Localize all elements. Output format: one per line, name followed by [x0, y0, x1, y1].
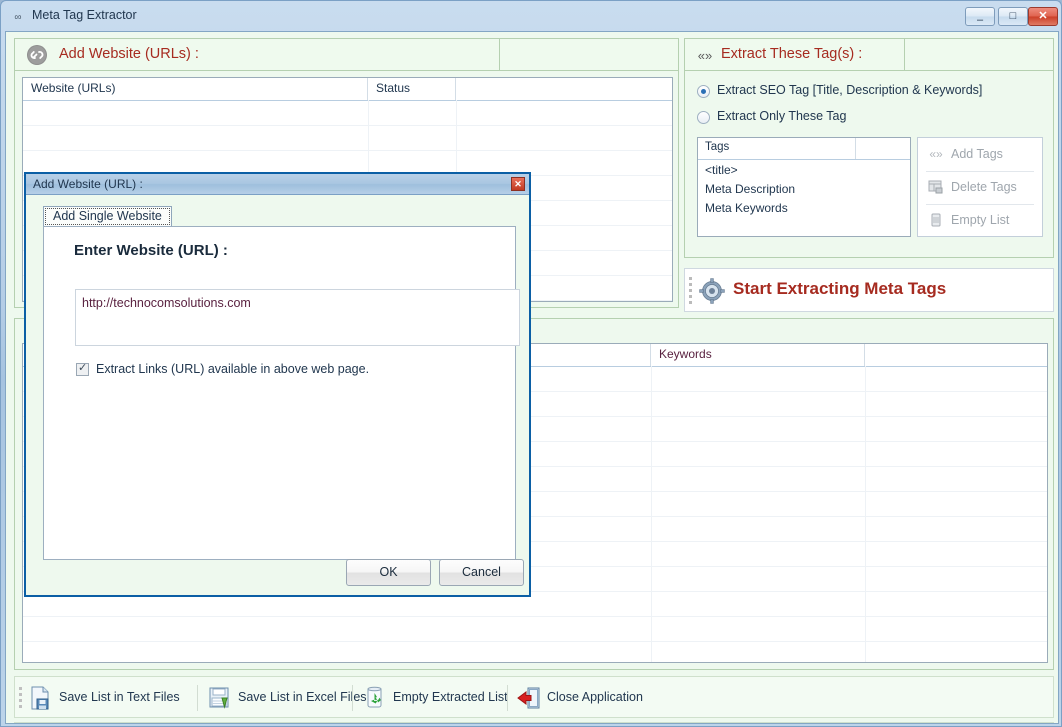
add-website-panel-title: Add Website (URLs) : — [59, 46, 199, 62]
table-row[interactable] — [23, 616, 1047, 642]
column-header-tags-blank[interactable] — [856, 138, 910, 159]
close-icon: ✕ — [514, 179, 522, 189]
trash-icon-svg — [931, 213, 941, 227]
column-header-status[interactable]: Status — [368, 78, 456, 100]
empty-extracted-list-button[interactable]: Empty Extracted List — [363, 677, 513, 719]
tag-action-buttons: «» Add Tags Delete Tags Empty List — [917, 137, 1043, 237]
client-area: Add Website (URLs) : Website (URLs) Stat… — [5, 31, 1059, 724]
maximize-icon: □ — [1009, 10, 1017, 22]
tab-add-single-website[interactable]: Add Single Website — [43, 206, 172, 227]
delete-tags-label: Delete Tags — [951, 180, 1017, 194]
application-window: ∞ Meta Tag Extractor – □ ✕ Add Website (… — [0, 0, 1062, 727]
delete-tags-button[interactable]: Delete Tags — [918, 171, 1042, 204]
delete-grid-icon — [928, 179, 944, 195]
add-tags-label: Add Tags — [951, 147, 1003, 161]
radio-unselected-icon — [697, 111, 710, 124]
grid-header-row: Website (URLs) Status — [23, 78, 672, 101]
panel-header-divider — [904, 39, 905, 70]
window-title: Meta Tag Extractor — [32, 8, 137, 22]
dialog-titlebar[interactable]: Add Website (URL) : ✕ — [26, 174, 529, 195]
document-save-icon-svg — [31, 686, 49, 710]
delete-grid-icon-svg — [928, 180, 943, 194]
app-icon: ∞ — [14, 12, 22, 23]
cancel-button[interactable]: Cancel — [439, 559, 524, 586]
radio-extract-only-these-tag-label: Extract Only These Tag — [717, 109, 847, 123]
radio-selected-icon — [697, 85, 710, 98]
column-header-website-urls[interactable]: Website (URLs) — [23, 78, 368, 100]
list-item[interactable]: Meta Keywords — [705, 201, 788, 215]
column-header-blank[interactable] — [865, 344, 1047, 366]
excel-save-icon — [208, 686, 232, 710]
add-website-panel-header: Add Website (URLs) : — [15, 39, 678, 71]
bottom-toolbar: Save List in Text Files Save List in Exc… — [14, 676, 1054, 718]
column-header-tags[interactable]: Tags — [698, 138, 856, 159]
start-extracting-label: Start Extracting Meta Tags — [733, 279, 947, 298]
website-url-value: http://technocomsolutions.com — [82, 296, 251, 310]
trash-icon — [928, 212, 944, 228]
start-extracting-bar[interactable]: Start Extracting Meta Tags — [684, 268, 1054, 312]
extract-tags-panel-header: «» Extract These Tag(s) : — [685, 39, 1053, 71]
toolbar-divider — [352, 685, 353, 711]
minimize-button[interactable]: – — [965, 7, 995, 26]
column-header-blank[interactable] — [456, 78, 672, 100]
extract-links-checkbox-label: Extract Links (URL) available in above w… — [96, 362, 370, 376]
save-list-excel-button[interactable]: Save List in Excel Files — [208, 677, 376, 719]
recycle-bin-icon — [363, 686, 387, 710]
list-item[interactable]: Meta Description — [705, 182, 795, 196]
add-tags-button[interactable]: «» Add Tags — [918, 138, 1042, 171]
empty-list-button[interactable]: Empty List — [918, 204, 1042, 237]
window-titlebar[interactable]: ∞ Meta Tag Extractor – □ ✕ — [1, 1, 1061, 31]
dialog-tabstrip: Add Single Website — [43, 206, 516, 227]
dialog-title: Add Website (URL) : — [33, 177, 143, 191]
empty-extracted-list-label: Empty Extracted List — [393, 690, 508, 704]
gear-icon-svg — [699, 278, 725, 304]
toolbar-divider — [197, 685, 198, 711]
toolbar-grip — [689, 277, 692, 305]
empty-list-label: Empty List — [951, 213, 1010, 227]
website-url-input[interactable]: http://technocomsolutions.com — [75, 289, 520, 346]
dialog-tab-page: Enter Website (URL) : http://technocomso… — [43, 226, 524, 586]
ok-button[interactable]: OK — [346, 559, 431, 586]
list-item[interactable]: <title> — [705, 163, 738, 177]
close-application-label: Close Application — [547, 690, 643, 704]
extract-tags-panel-title: Extract These Tag(s) : — [721, 46, 863, 62]
table-row[interactable] — [23, 641, 1047, 662]
save-list-text-label: Save List in Text Files — [59, 690, 180, 704]
enter-website-url-label: Enter Website (URL) : — [74, 242, 228, 259]
recycle-bin-icon-svg — [367, 686, 382, 708]
tags-list-header: Tags — [698, 138, 910, 160]
close-application-button[interactable]: Close Application — [517, 677, 657, 719]
toolbar-grip — [19, 687, 22, 709]
close-window-button[interactable]: ✕ — [1028, 7, 1058, 26]
document-save-icon — [29, 686, 53, 710]
code-brackets-icon: «» — [697, 48, 713, 63]
dialog-close-button[interactable]: ✕ — [511, 177, 525, 191]
checkbox-checked-icon — [76, 361, 89, 376]
save-list-text-button[interactable]: Save List in Text Files — [29, 677, 189, 719]
code-brackets-icon: «» — [929, 147, 943, 161]
excel-save-icon-svg — [209, 687, 229, 709]
table-row[interactable] — [23, 100, 672, 126]
panel-header-divider — [499, 39, 500, 70]
add-website-url-dialog: Add Website (URL) : ✕ Add Single Website… — [24, 172, 531, 597]
status-bar: ? Total URLs : 0 Complete URLs : 0 ◢ — [14, 722, 1054, 723]
table-row[interactable] — [23, 125, 672, 151]
close-icon: ✕ — [1038, 10, 1048, 22]
column-header-keywords[interactable]: Keywords — [651, 344, 865, 366]
maximize-button[interactable]: □ — [998, 7, 1028, 26]
toolbar-divider — [507, 685, 508, 711]
minimize-icon: – — [976, 14, 984, 26]
exit-door-icon-svg — [517, 687, 540, 709]
extract-tags-panel: «» Extract These Tag(s) : Extract SEO Ta… — [684, 38, 1054, 258]
link-icon-svg — [27, 45, 47, 65]
link-icon — [25, 44, 49, 66]
tags-list[interactable]: Tags <title> Meta Description Meta Keywo… — [697, 137, 911, 237]
save-list-excel-label: Save List in Excel Files — [238, 690, 367, 704]
exit-door-icon — [517, 686, 541, 710]
radio-extract-seo-tag-label: Extract SEO Tag [Title, Description & Ke… — [717, 83, 983, 97]
gear-icon — [699, 278, 725, 304]
